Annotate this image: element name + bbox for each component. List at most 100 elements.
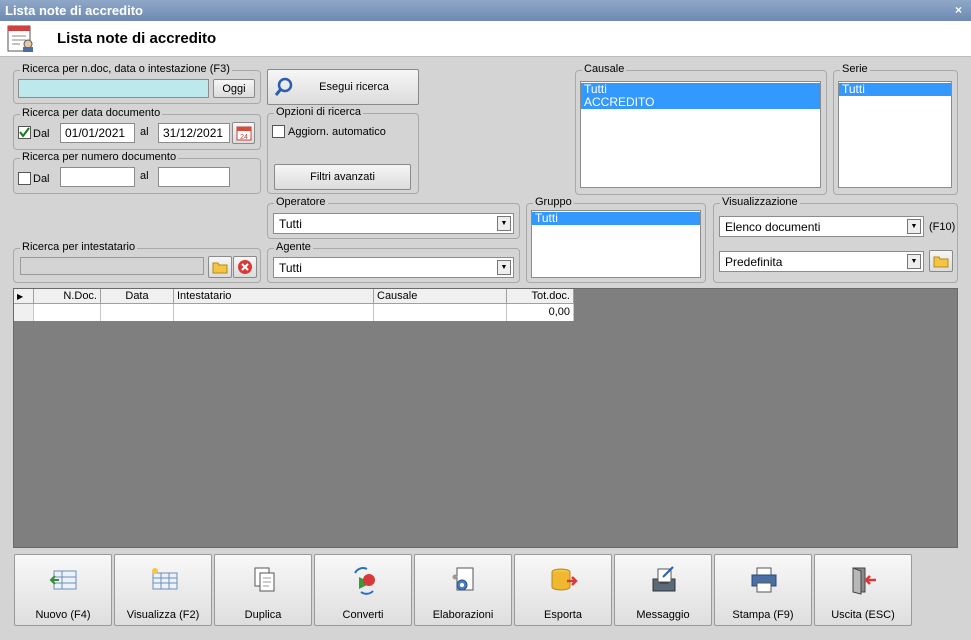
date-search-legend: Ricerca per data documento: [20, 107, 163, 119]
duplicate-button[interactable]: Duplica: [214, 554, 312, 626]
export-button-label: Esporta: [544, 609, 582, 621]
chevron-down-icon[interactable]: ▼: [497, 260, 511, 275]
date-to-field[interactable]: 31/12/2021: [158, 123, 230, 143]
elaborations-button-label: Elaborazioni: [432, 609, 494, 621]
table-cell[interactable]: [34, 304, 101, 321]
agente-value: Tutti: [279, 261, 302, 275]
calendar-button[interactable]: 24: [232, 122, 255, 144]
column-header[interactable]: Intestatario: [174, 289, 374, 304]
view-button-label: Visualizza (F2): [126, 609, 200, 621]
chevron-down-icon[interactable]: ▼: [907, 254, 921, 269]
column-header[interactable]: Tot.doc.: [507, 289, 574, 304]
elaborations-button[interactable]: Elaborazioni: [414, 554, 512, 626]
convert-icon: [354, 567, 375, 595]
column-header[interactable]: Data: [101, 289, 174, 304]
auto-update-label: Aggiorn. automatico: [288, 126, 386, 138]
table-row-selector[interactable]: [14, 304, 34, 321]
list-item[interactable]: Tutti: [532, 212, 700, 225]
documents-grid[interactable]: ▶ N.Doc. Data Intestatario Causale Tot.d…: [13, 288, 958, 548]
intestatario-legend: Ricerca per intestatario: [20, 241, 138, 253]
row-selector-header: ▶: [14, 289, 34, 304]
view-table-icon: [152, 568, 178, 590]
window-titlebar: Lista note di accredito ×: [0, 0, 971, 21]
number-al-label: al: [140, 170, 149, 182]
view-button[interactable]: Visualizza (F2): [114, 554, 212, 626]
run-search-button[interactable]: Esegui ricerca: [267, 69, 419, 105]
document-list-icon: [7, 25, 33, 52]
table-cell[interactable]: [374, 304, 507, 321]
duplicate-button-label: Duplica: [244, 609, 282, 621]
close-icon[interactable]: ×: [955, 3, 962, 17]
layout-folder-button[interactable]: [929, 250, 953, 272]
svg-text:24: 24: [240, 134, 248, 141]
process-gear-icon: [452, 567, 474, 591]
chevron-down-icon[interactable]: ▼: [907, 219, 921, 234]
table-cell[interactable]: [101, 304, 174, 321]
new-document-icon: [49, 570, 77, 590]
window-title: Lista note di accredito: [5, 3, 143, 18]
number-search-legend: Ricerca per numero documento: [20, 151, 179, 163]
date-dal-checkbox[interactable]: [18, 126, 31, 139]
date-from-field[interactable]: 01/01/2021: [60, 123, 135, 143]
oggi-button[interactable]: Oggi: [213, 79, 255, 98]
print-button[interactable]: Stampa (F9): [714, 554, 812, 626]
intestatario-field: [20, 257, 204, 275]
table-cell[interactable]: [174, 304, 374, 321]
serie-legend: Serie: [840, 63, 870, 75]
table-cell[interactable]: 0,00: [507, 304, 574, 321]
message-button-label: Messaggio: [636, 609, 690, 621]
calendar-icon: 24: [236, 126, 251, 141]
options-legend: Opzioni di ricerca: [274, 106, 363, 118]
column-header[interactable]: Causale: [374, 289, 507, 304]
convert-button-label: Converti: [342, 609, 384, 621]
view-value: Elenco documenti: [725, 220, 821, 234]
exit-door-icon: [852, 567, 876, 595]
search-input[interactable]: [18, 79, 209, 98]
operatore-legend: Operatore: [274, 196, 328, 208]
print-button-label: Stampa (F9): [732, 609, 794, 621]
intestatario-clear-button[interactable]: [233, 256, 257, 278]
number-dal-checkbox[interactable]: [18, 172, 31, 185]
export-database-icon: [551, 568, 578, 591]
intestatario-browse-button[interactable]: [208, 256, 232, 278]
operatore-value: Tutti: [279, 217, 302, 231]
visualizzazione-legend: Visualizzazione: [720, 196, 800, 208]
causale-list[interactable]: Tutti ACCREDITO: [580, 81, 821, 188]
message-button[interactable]: Messaggio: [614, 554, 712, 626]
exit-button[interactable]: Uscita (ESC): [814, 554, 912, 626]
list-item[interactable]: ACCREDITO: [581, 96, 820, 109]
date-al-label: al: [140, 126, 149, 138]
new-button-label: Nuovo (F4): [35, 609, 91, 621]
exit-button-label: Uscita (ESC): [831, 609, 895, 621]
column-header[interactable]: N.Doc.: [34, 289, 101, 304]
serie-list[interactable]: Tutti: [838, 81, 952, 188]
clear-icon: [238, 260, 252, 274]
row-pointer-icon: ▶: [17, 292, 24, 301]
page-header: Lista note di accredito: [0, 21, 971, 57]
duplicate-icon: [254, 567, 275, 592]
layout-value: Predefinita: [725, 255, 783, 269]
gruppo-list[interactable]: Tutti: [531, 210, 701, 278]
operatore-select[interactable]: Tutti ▼: [273, 213, 514, 234]
number-to-field[interactable]: [158, 167, 230, 187]
number-from-field[interactable]: [60, 167, 135, 187]
convert-button[interactable]: Converti: [314, 554, 412, 626]
text-search-legend: Ricerca per n.doc, data o intestazione (…: [20, 63, 232, 75]
auto-update-checkbox[interactable]: [272, 125, 285, 138]
gruppo-legend: Gruppo: [533, 196, 574, 208]
agente-select[interactable]: Tutti ▼: [273, 257, 514, 278]
advanced-filters-button[interactable]: Filtri avanzati: [274, 164, 411, 190]
view-hotkey-label: (F10): [929, 221, 956, 233]
layout-select[interactable]: Predefinita ▼: [719, 251, 924, 272]
chevron-down-icon[interactable]: ▼: [497, 216, 511, 231]
view-select[interactable]: Elenco documenti ▼: [719, 216, 924, 237]
export-button[interactable]: Esporta: [514, 554, 612, 626]
causale-legend: Causale: [582, 63, 627, 75]
agente-legend: Agente: [274, 241, 313, 253]
date-dal-label: Dal: [33, 128, 50, 140]
message-icon: [652, 566, 676, 592]
new-button[interactable]: Nuovo (F4): [14, 554, 112, 626]
run-search-label: Esegui ricerca: [319, 81, 389, 93]
list-item[interactable]: Tutti: [839, 83, 951, 96]
checkmark-icon: [19, 127, 30, 138]
